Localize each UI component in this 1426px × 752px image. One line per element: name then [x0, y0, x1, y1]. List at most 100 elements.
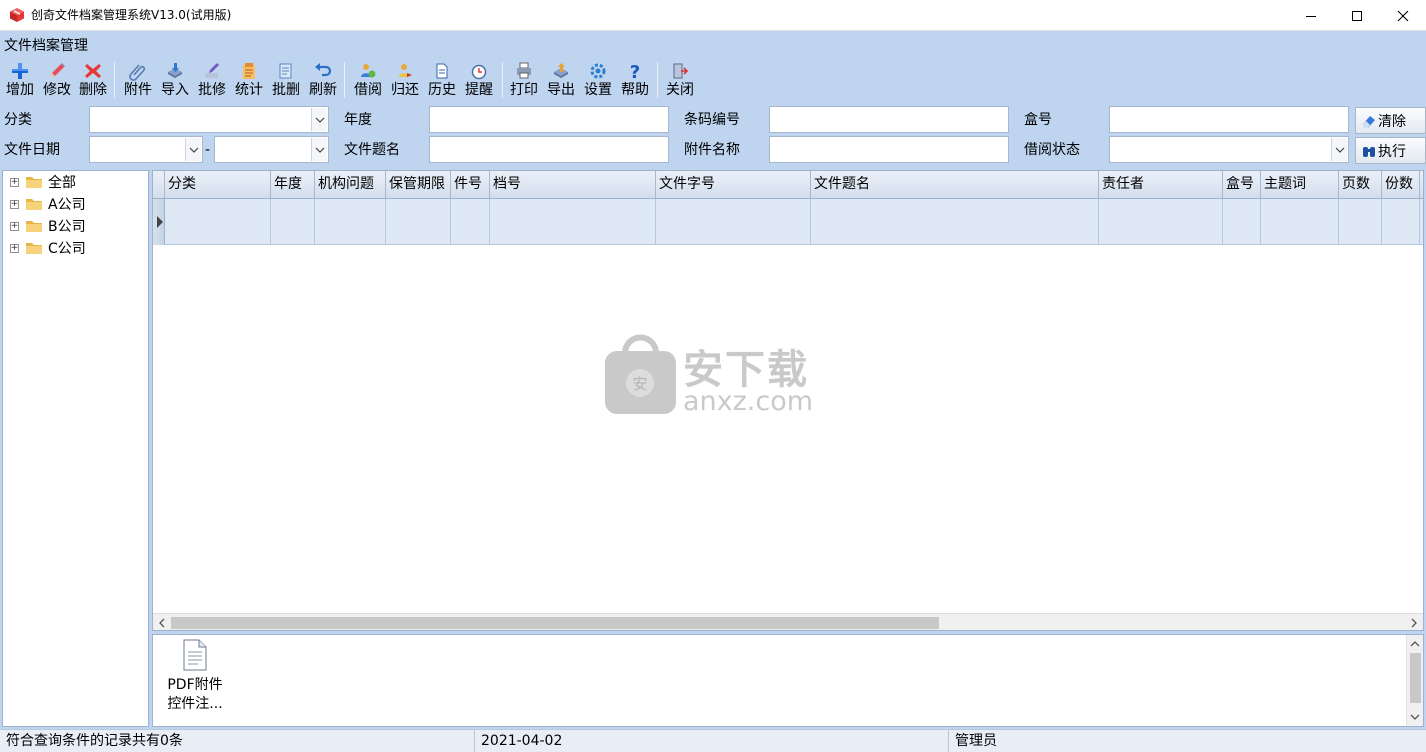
column-header-keywords[interactable]: 主题词	[1261, 171, 1339, 198]
tree-node-all[interactable]: + 全部	[10, 172, 76, 192]
attachment-panel[interactable]: PDF附件 控件注...	[152, 634, 1424, 727]
date-status: 2021-04-02	[475, 730, 949, 752]
date-from-picker[interactable]	[89, 136, 203, 163]
vertical-scrollbar[interactable]	[1406, 635, 1423, 726]
row-indicator[interactable]	[153, 199, 165, 245]
column-header-responsible[interactable]: 责任者	[1099, 171, 1223, 198]
add-button[interactable]: 增加	[3, 60, 37, 100]
export-button[interactable]: 导出	[544, 60, 578, 100]
column-header-item-no[interactable]: 件号	[451, 171, 490, 198]
tree-node-c-company[interactable]: + C公司	[10, 238, 86, 258]
table-cell[interactable]	[490, 199, 656, 245]
batch-delete-button[interactable]: 批删	[269, 60, 303, 100]
column-header-retention[interactable]: 保管期限	[386, 171, 451, 198]
table-cell[interactable]	[1382, 199, 1420, 245]
scrollbar-thumb[interactable]	[171, 617, 939, 629]
return-button[interactable]: 归还	[388, 60, 422, 100]
history-button[interactable]: 历史	[425, 60, 459, 100]
print-button[interactable]: 打印	[507, 60, 541, 100]
eraser-icon	[1363, 116, 1375, 128]
attachment-name-input[interactable]	[769, 136, 1009, 163]
scroll-right-icon[interactable]	[1409, 618, 1419, 628]
table-cell[interactable]	[656, 199, 811, 245]
column-header-category[interactable]: 分类	[165, 171, 271, 198]
table-row[interactable]	[153, 199, 1423, 245]
table-cell[interactable]	[1099, 199, 1223, 245]
tree-node-b-company[interactable]: + B公司	[10, 216, 86, 236]
category-select[interactable]	[89, 106, 329, 133]
column-header-pages[interactable]: 页数	[1339, 171, 1382, 198]
barcode-input[interactable]	[769, 106, 1009, 133]
expand-icon[interactable]: +	[10, 177, 19, 187]
doc-title-input[interactable]	[429, 136, 669, 163]
batch-edit-button[interactable]: 批修	[195, 60, 229, 100]
exit-button[interactable]: 关闭	[663, 60, 697, 100]
box-number-input[interactable]	[1109, 106, 1349, 133]
watermark-text-en: anxz.com	[683, 386, 814, 417]
refresh-button[interactable]: 刷新	[306, 60, 340, 100]
toolbar-separator	[344, 62, 345, 98]
close-button[interactable]	[1380, 0, 1426, 31]
column-header-doc-number[interactable]: 文件字号	[656, 171, 811, 198]
statistics-icon	[243, 63, 255, 79]
column-header-box-no[interactable]: 盒号	[1223, 171, 1261, 198]
help-button[interactable]: ? 帮助	[618, 60, 652, 100]
minimize-button[interactable]	[1288, 0, 1334, 31]
execute-button-label: 执行	[1378, 143, 1406, 160]
scrollbar-thumb[interactable]	[1410, 653, 1421, 703]
current-row-arrow-icon	[157, 216, 163, 228]
category-tree[interactable]: + 全部 + A公司 + B公司 + C公司	[2, 170, 149, 727]
expand-icon[interactable]: +	[10, 221, 19, 231]
edit-button[interactable]: 修改	[40, 60, 74, 100]
return-label: 归还	[391, 82, 419, 98]
date-to-picker[interactable]	[214, 136, 329, 163]
toolbar-separator	[657, 62, 658, 98]
scroll-down-icon[interactable]	[1410, 712, 1420, 722]
year-input[interactable]	[429, 106, 669, 133]
app-logo-icon	[10, 8, 24, 22]
column-header-year[interactable]: 年度	[271, 171, 315, 198]
expand-icon[interactable]: +	[10, 199, 19, 209]
table-cell[interactable]	[315, 199, 386, 245]
column-header-archive-no[interactable]: 档号	[490, 171, 656, 198]
tree-node-a-company[interactable]: + A公司	[10, 194, 86, 214]
watermark-logo-icon: 安	[605, 334, 676, 414]
export-icon	[554, 63, 568, 78]
scroll-up-icon[interactable]	[1410, 639, 1420, 649]
close-icon	[1397, 10, 1409, 21]
horizontal-scrollbar[interactable]	[153, 613, 1423, 630]
column-header-org-issue[interactable]: 机构问题	[315, 171, 386, 198]
import-button[interactable]: 导入	[158, 60, 192, 100]
table-cell[interactable]	[386, 199, 451, 245]
table-cell[interactable]	[1339, 199, 1382, 245]
table-cell[interactable]	[271, 199, 315, 245]
attachment-item[interactable]: PDF附件 控件注...	[161, 639, 229, 714]
table-cell[interactable]	[811, 199, 1099, 245]
folder-icon	[26, 221, 42, 232]
table-cell[interactable]	[1261, 199, 1339, 245]
reminder-button[interactable]: 提醒	[462, 60, 496, 100]
expand-icon[interactable]: +	[10, 243, 19, 253]
reminder-clock-icon	[471, 64, 487, 80]
attachment-button[interactable]: 附件	[121, 60, 155, 100]
module-title[interactable]: 文件档案管理	[4, 37, 88, 55]
table-cell[interactable]	[1223, 199, 1261, 245]
scroll-left-icon[interactable]	[157, 618, 167, 628]
statistics-button[interactable]: 统计	[232, 60, 266, 100]
delete-button[interactable]: 删除	[76, 60, 110, 100]
column-header-copies[interactable]: 份数	[1382, 171, 1420, 198]
execute-button[interactable]: 执行	[1355, 137, 1426, 164]
settings-button[interactable]: 设置	[581, 60, 615, 100]
user-status: 管理员	[955, 733, 997, 749]
table-cell[interactable]	[451, 199, 490, 245]
toolbar-separator	[502, 62, 503, 98]
column-header-doc-title[interactable]: 文件题名	[811, 171, 1099, 198]
maximize-button[interactable]	[1334, 0, 1380, 31]
document-icon	[183, 639, 207, 671]
borrow-button[interactable]: 借阅	[351, 60, 385, 100]
borrow-status-select[interactable]	[1109, 136, 1349, 163]
history-label: 历史	[428, 82, 456, 98]
clear-button[interactable]: 清除	[1355, 107, 1426, 134]
tree-node-label: C公司	[48, 241, 86, 257]
table-cell[interactable]	[165, 199, 271, 245]
